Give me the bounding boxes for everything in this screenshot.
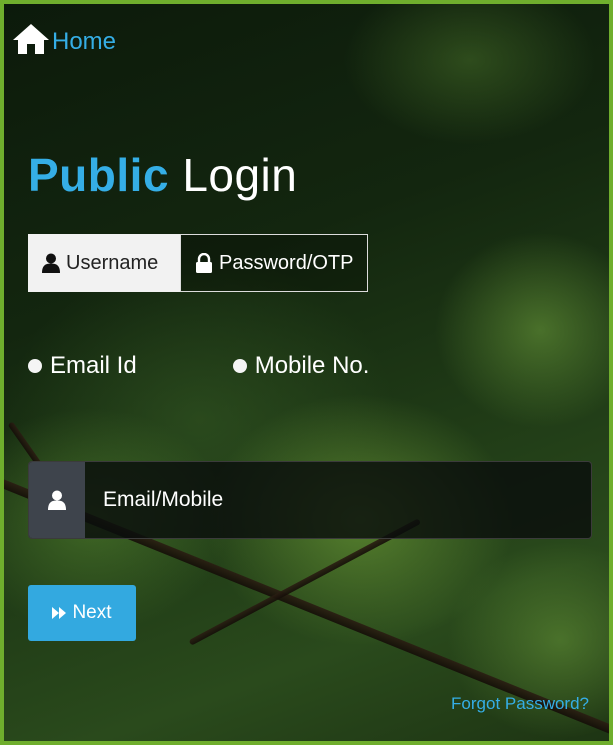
home-link[interactable]: Home: [12, 22, 116, 56]
tab-username[interactable]: Username: [28, 234, 180, 292]
next-button-label: Next: [72, 602, 112, 623]
login-page: Home Public Login Username Password/OTP: [0, 0, 613, 745]
home-icon: [12, 23, 50, 55]
home-label: Home: [52, 28, 117, 55]
title-accent: Public: [28, 149, 170, 201]
tab-label: Username: [66, 251, 159, 274]
radio-button[interactable]: [28, 359, 42, 373]
radio-email-id[interactable]: Email Id: [28, 352, 137, 380]
radio-mobile-no[interactable]: Mobile No.: [232, 352, 370, 380]
next-button[interactable]: Next: [28, 585, 136, 641]
user-icon: [29, 462, 85, 538]
login-method-tabs: Username Password/OTP: [28, 234, 368, 292]
tab-password-otp[interactable]: Password/OTP: [180, 234, 368, 292]
email-mobile-input-group: [28, 461, 592, 539]
title-rest: Login: [182, 149, 298, 201]
contact-type-radio-group: Email Id Mobile No.: [28, 352, 369, 380]
page-title: Public Login: [28, 148, 297, 202]
forgot-password-link[interactable]: Forgot Password?: [451, 694, 589, 714]
radio-label: Email Id: [50, 352, 137, 379]
tab-label: Password/OTP: [219, 251, 354, 274]
email-mobile-input[interactable]: [85, 462, 591, 538]
fast-forward-icon: [52, 606, 67, 620]
radio-button[interactable]: [232, 359, 247, 373]
user-icon: [42, 253, 60, 273]
radio-label: Mobile No.: [254, 352, 370, 379]
lock-icon: [195, 253, 213, 273]
